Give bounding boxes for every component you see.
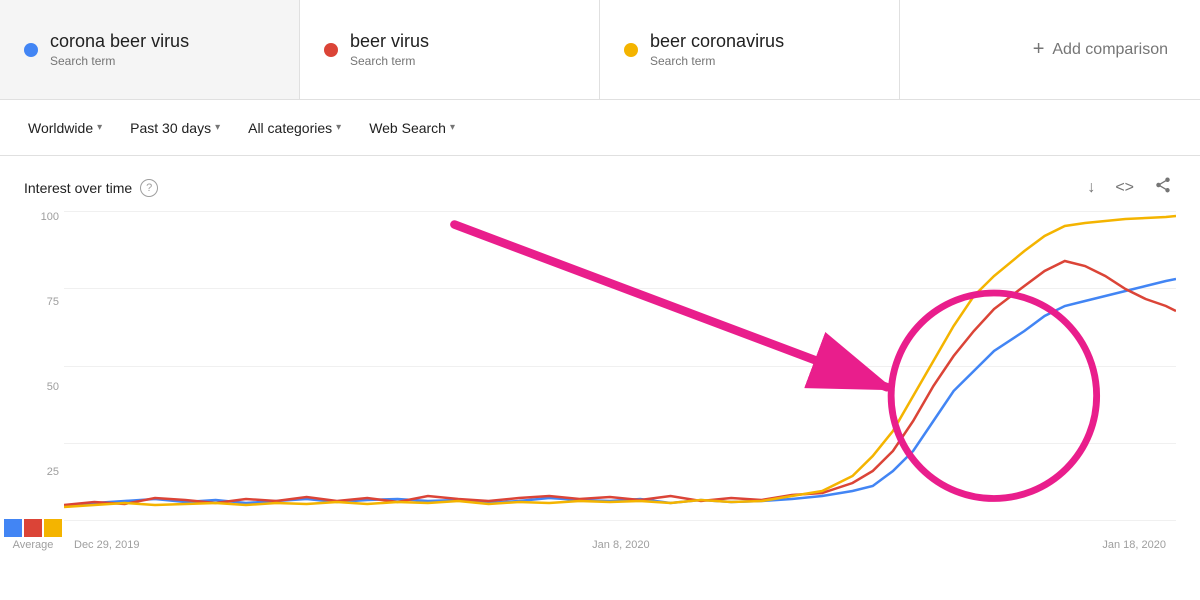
share-button[interactable]	[1150, 172, 1176, 203]
category-label: All categories	[248, 120, 332, 136]
x-label-jan8: Jan 8, 2020	[592, 539, 650, 551]
x-label-dec29: Dec 29, 2019	[74, 539, 139, 551]
term3-name: beer coronavirus	[650, 31, 784, 52]
download-button[interactable]: ↓	[1083, 172, 1099, 203]
term2-dot	[324, 43, 338, 57]
y-label-25: 25	[24, 466, 59, 478]
chart-section: Interest over time ? ↓ <> 100 75 50 25	[0, 156, 1200, 567]
term1-type: Search term	[50, 54, 189, 68]
legend-bar-red	[24, 519, 42, 537]
chart-container: 100 75 50 25 Dec 29, 2019 Jan 8, 2020	[64, 211, 1176, 551]
term3-info: beer coronavirus Search term	[650, 31, 784, 68]
chart-title-text: Interest over time	[24, 180, 132, 196]
time-label: Past 30 days	[130, 120, 211, 136]
term1-info: corona beer virus Search term	[50, 31, 189, 68]
region-chevron-icon: ▾	[97, 122, 102, 133]
legend-bar-yellow	[44, 519, 62, 537]
term3-dot	[624, 43, 638, 57]
term1-name: corona beer virus	[50, 31, 189, 52]
filter-bar: Worldwide ▾ Past 30 days ▾ All categorie…	[0, 100, 1200, 156]
chart-actions: ↓ <>	[1083, 172, 1176, 203]
y-label-50: 50	[24, 381, 59, 393]
search-type-chevron-icon: ▾	[450, 122, 455, 133]
category-filter[interactable]: All categories ▾	[236, 112, 353, 144]
plus-icon: +	[1033, 38, 1045, 61]
term2-name: beer virus	[350, 31, 429, 52]
search-terms-bar: corona beer virus Search term beer virus…	[0, 0, 1200, 100]
y-label-75: 75	[24, 296, 59, 308]
legend: Average	[4, 519, 62, 551]
legend-label: Average	[4, 539, 62, 551]
search-type-filter[interactable]: Web Search ▾	[357, 112, 467, 144]
chart-header: Interest over time ? ↓ <>	[24, 172, 1176, 203]
time-filter[interactable]: Past 30 days ▾	[118, 112, 232, 144]
help-icon[interactable]: ?	[140, 179, 158, 197]
y-axis: 100 75 50 25	[24, 211, 59, 551]
region-label: Worldwide	[28, 120, 93, 136]
y-label-100: 100	[24, 211, 59, 223]
legend-bars	[4, 519, 62, 537]
term1-dot	[24, 43, 38, 57]
term2-type: Search term	[350, 54, 429, 68]
x-label-jan18: Jan 18, 2020	[1102, 539, 1166, 551]
search-type-label: Web Search	[369, 120, 446, 136]
add-comparison-label: Add comparison	[1052, 41, 1168, 59]
embed-button[interactable]: <>	[1111, 172, 1138, 203]
term2-info: beer virus Search term	[350, 31, 429, 68]
category-chevron-icon: ▾	[336, 122, 341, 133]
chart-svg	[64, 211, 1176, 521]
chart-title-group: Interest over time ?	[24, 179, 158, 197]
search-term-3[interactable]: beer coronavirus Search term	[600, 0, 900, 99]
region-filter[interactable]: Worldwide ▾	[16, 112, 114, 144]
legend-bar-blue	[4, 519, 22, 537]
search-term-2[interactable]: beer virus Search term	[300, 0, 600, 99]
time-chevron-icon: ▾	[215, 122, 220, 133]
term3-type: Search term	[650, 54, 784, 68]
search-term-1[interactable]: corona beer virus Search term	[0, 0, 300, 99]
add-comparison-button[interactable]: + Add comparison	[1001, 0, 1200, 99]
x-axis: Dec 29, 2019 Jan 8, 2020 Jan 18, 2020	[64, 539, 1176, 551]
